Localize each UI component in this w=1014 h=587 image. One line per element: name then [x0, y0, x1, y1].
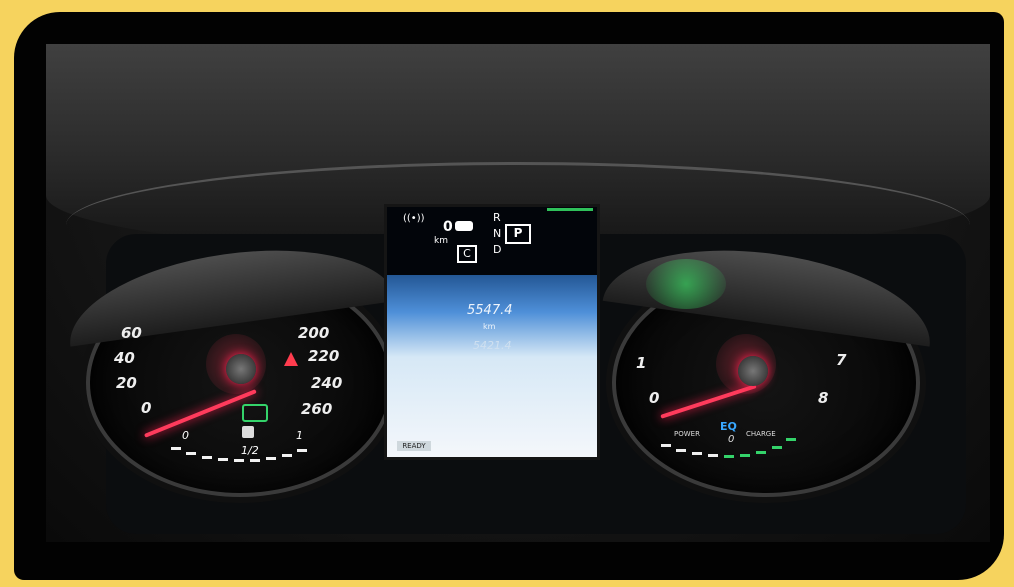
fuel-segment: [297, 449, 307, 452]
speed-tick: 200: [298, 324, 330, 342]
fuel-full-label: 1: [296, 429, 303, 442]
zero-label: 0: [728, 434, 735, 445]
fuel-segment: [234, 459, 244, 462]
speed-tick: 220: [308, 347, 340, 365]
fuel-segment: [186, 452, 196, 455]
fuel-segment: [171, 447, 181, 450]
fuel-segment: [218, 458, 228, 461]
eq-logo: EQ: [720, 420, 737, 433]
ready-indicator: READY: [397, 441, 431, 451]
radio-signal-icon: ((•)): [403, 213, 425, 224]
fuel-pump-icon: [242, 426, 254, 438]
green-reflection: [646, 259, 726, 309]
fuel-segment: [266, 457, 276, 460]
fuel-half-label: 1/2: [241, 444, 259, 457]
range-value: 0: [443, 219, 453, 235]
dashboard-photo: 60 40 20 0 200 220 240 260 0 1/2 1 ((•))…: [46, 44, 990, 542]
charge-segment: [724, 455, 734, 458]
charge-label: CHARGE: [746, 430, 776, 438]
power-tick: 7: [836, 351, 847, 369]
mode-badge: C: [457, 245, 477, 263]
speed-tick: 40: [114, 349, 135, 367]
speed-tick: 20: [116, 374, 137, 392]
charge-segment: [772, 446, 782, 449]
fuel-segment: [250, 459, 260, 462]
gear-selected: P: [505, 224, 531, 244]
power-label: POWER: [674, 430, 700, 438]
car-icon: [455, 221, 473, 231]
power-tick: 1: [636, 354, 647, 372]
range-unit: km: [434, 236, 448, 246]
power-segment: [692, 452, 702, 455]
gear-n: N: [493, 227, 502, 240]
headlight-icon: [242, 404, 268, 422]
center-display: ((•)) 0 km C R N D P 5547.4 km 5421.4 RE…: [384, 204, 600, 460]
power-segment: [708, 454, 718, 457]
charge-segment: [786, 438, 796, 441]
power-segment: [661, 444, 671, 447]
power-needle-hub: [738, 356, 768, 386]
fuel-empty-label: 0: [182, 429, 189, 442]
speed-tick: 0: [141, 399, 152, 417]
gear-d: D: [493, 243, 502, 256]
odometer-main: 5547.4: [467, 303, 513, 318]
charge-segment: [756, 451, 766, 454]
power-tick: 8: [818, 389, 829, 407]
speed-tick: 60: [121, 324, 142, 342]
speed-tick: 240: [311, 374, 343, 392]
power-segment: [676, 449, 686, 452]
speed-tick: 260: [301, 400, 333, 418]
speed-needle-hub: [226, 354, 256, 384]
fuel-segment: [282, 454, 292, 457]
power-tick: 0: [649, 389, 660, 407]
fuel-segment: [202, 456, 212, 459]
battery-bar: [547, 208, 593, 211]
trip-odometer: 5421.4: [473, 339, 512, 352]
gear-r: R: [493, 211, 501, 224]
odometer-unit: km: [483, 322, 496, 331]
charge-segment: [740, 454, 750, 457]
